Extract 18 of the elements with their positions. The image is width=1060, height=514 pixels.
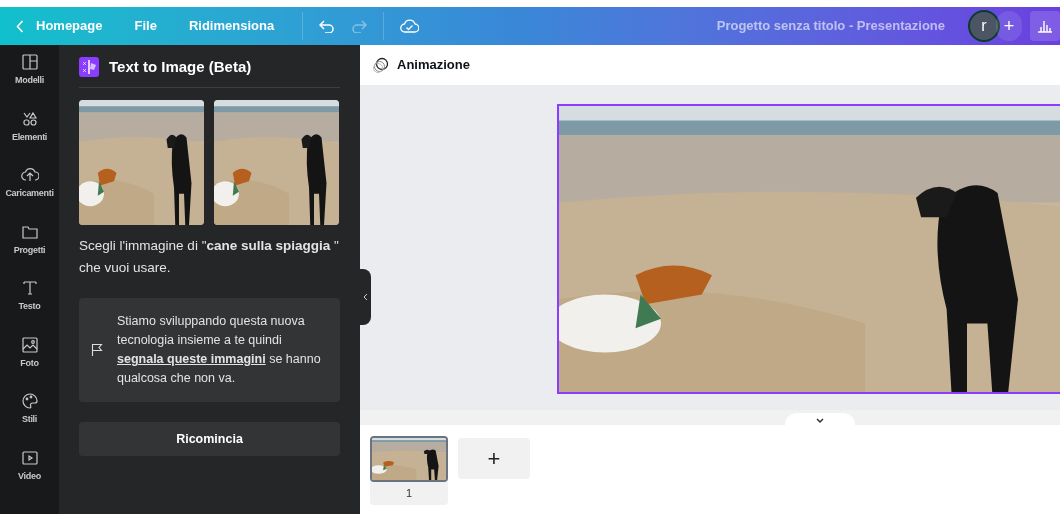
rail-item[interactable]: Modelli [0, 53, 59, 88]
rail-item[interactable]: Caricamenti [0, 166, 59, 201]
restart-button[interactable]: Ricomincia [79, 422, 340, 456]
rail-item[interactable]: Foto [0, 335, 59, 370]
add-collaborator-button[interactable]: + [996, 11, 1022, 41]
rail-item[interactable]: Video [0, 448, 59, 483]
notice-text: Stiamo sviluppando questa nuova tecnologia insieme a te quindi segnala queste immagini se hanno qualcosa che non va. [117, 313, 322, 387]
rail-item[interactable]: Testo [0, 279, 59, 314]
rail-item[interactable]: Stili [0, 392, 59, 427]
add-page-button[interactable]: + [458, 438, 530, 479]
rail-item[interactable]: Elementi [0, 109, 59, 144]
report-link[interactable]: segnala queste immagini [117, 352, 266, 366]
animation-button[interactable]: Animazione [372, 55, 470, 75]
page-number: 1 [405, 486, 413, 501]
avatar[interactable]: r [968, 10, 1000, 42]
panel-title: Text to Image (Beta) [109, 56, 252, 77]
prompt-text: Scegli l'immagine di "cane sulla spiaggia " che vuoi usare. [79, 237, 340, 277]
rail-item[interactable]: Progetti [0, 222, 59, 257]
